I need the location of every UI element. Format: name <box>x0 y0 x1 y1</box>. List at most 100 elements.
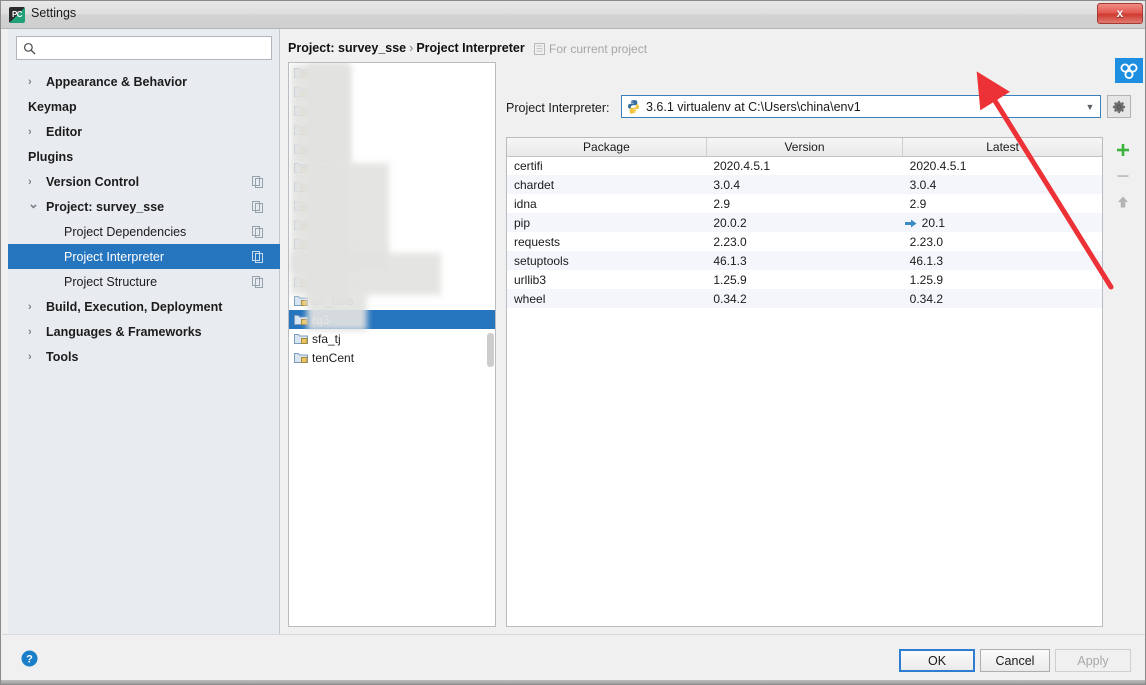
sidebar-item-project-survey-sse[interactable]: ⌄ Project: survey_sse <box>8 194 280 219</box>
cell-version: 3.0.4 <box>713 177 741 192</box>
project-list[interactable]: p ect d_Appemo e eb rder n _test on_utils rq3 sfa_… <box>288 62 496 627</box>
table-row[interactable]: chardet 3.0.4 3.0.4 <box>507 175 1102 194</box>
sidebar-item-plugins[interactable]: Plugins <box>8 144 280 169</box>
project-list-item[interactable]: on_utils <box>289 291 495 310</box>
sidebar-item-label: Build, Execution, Deployment <box>46 299 223 314</box>
table-row[interactable]: setuptools 46.1.3 46.1.3 <box>507 251 1102 270</box>
project-list-item-label: emo <box>312 160 336 175</box>
sidebar-item-build-execution-deployment[interactable]: › Build, Execution, Deployment <box>8 294 280 319</box>
cancel-button[interactable]: Cancel <box>980 649 1050 672</box>
cell-latest-value: 20.1 <box>921 215 946 230</box>
help-icon[interactable]: ? <box>21 650 38 667</box>
breadcrumb-root[interactable]: Project: survey_sse <box>288 41 406 55</box>
table-row[interactable]: requests 2.23.0 2.23.0 <box>507 232 1102 251</box>
table-row[interactable]: certifi 2020.4.5.1 2020.4.5.1 <box>507 156 1102 175</box>
cell-package: idna <box>514 196 537 211</box>
cell-package: pip <box>514 215 531 230</box>
cell-version: 46.1.3 <box>713 253 747 268</box>
add-package-button[interactable] <box>1109 137 1137 163</box>
folder-icon <box>294 144 308 154</box>
dialog-footer: ? OK Cancel Apply <box>2 634 1145 684</box>
sidebar-item-appearance-behavior[interactable]: › Appearance & Behavior <box>8 69 280 94</box>
project-list-item-label: p <box>312 84 319 99</box>
project-list-item[interactable]: rq3 <box>289 310 495 329</box>
table-row[interactable]: pip 20.0.2 20.1 <box>507 213 1102 232</box>
column-header-version[interactable]: Version <box>706 138 904 157</box>
project-list-item[interactable] <box>289 139 495 158</box>
close-icon[interactable]: x <box>1097 3 1143 24</box>
folder-icon <box>294 201 308 211</box>
chevron-right-icon[interactable]: › <box>28 176 40 188</box>
cell-package: chardet <box>514 177 555 192</box>
sidebar-item-tools[interactable]: › Tools <box>8 344 280 369</box>
project-list-item-label: _test <box>312 274 339 289</box>
column-header-package[interactable]: Package <box>507 138 707 157</box>
project-list-item[interactable]: rder <box>289 215 495 234</box>
interpreter-dropdown[interactable]: 3.6.1 virtualenv at C:\Users\china\env1 … <box>621 95 1101 118</box>
apply-button: Apply <box>1055 649 1131 672</box>
sidebar-item-keymap[interactable]: Keymap <box>8 94 280 119</box>
copy-settings-icon[interactable] <box>252 250 264 263</box>
project-list-item-label: n <box>312 255 319 270</box>
sidebar-item-editor[interactable]: › Editor <box>8 119 280 144</box>
pycharm-badge-icon[interactable] <box>1115 58 1143 83</box>
breadcrumb: Project: survey_sse › Project Interpreter <box>288 41 525 55</box>
chevron-down-icon[interactable]: ⌄ <box>28 197 40 210</box>
cell-version: 0.34.2 <box>713 291 747 306</box>
table-header-row: Package Version Latest <box>507 138 1102 157</box>
folder-icon <box>294 125 308 135</box>
copy-settings-icon[interactable] <box>252 175 264 188</box>
search-input[interactable] <box>41 37 269 59</box>
chevron-down-icon[interactable]: ▼ <box>1080 102 1100 112</box>
settings-dialog: PC Settings x › Appearance & Behavior Keym… <box>0 0 1146 685</box>
project-list-item[interactable]: p <box>289 82 495 101</box>
search-box[interactable] <box>16 36 272 60</box>
chevron-right-icon[interactable]: › <box>28 76 40 88</box>
table-row[interactable]: idna 2.9 2.9 <box>507 194 1102 213</box>
copy-settings-icon[interactable] <box>252 200 264 213</box>
project-list-item[interactable]: tenCent <box>289 348 495 367</box>
project-list-item[interactable]: emo <box>289 158 495 177</box>
project-list-item[interactable] <box>289 63 495 82</box>
cell-version: 2.23.0 <box>713 234 747 249</box>
chevron-right-icon[interactable]: › <box>28 301 40 313</box>
ok-button[interactable]: OK <box>899 649 975 672</box>
table-row[interactable]: wheel 0.34.2 0.34.2 <box>507 289 1102 308</box>
sidebar-item-project-structure[interactable]: Project Structure <box>8 269 280 294</box>
sidebar-item-label: Keymap <box>28 99 77 114</box>
project-list-item[interactable]: e <box>289 177 495 196</box>
chevron-right-icon[interactable]: › <box>28 326 40 338</box>
package-table[interactable]: Package Version Latest certifi 2020.4.5.1 20… <box>506 137 1103 627</box>
cell-latest: 46.1.3 <box>909 253 944 268</box>
copy-settings-icon[interactable] <box>252 225 264 238</box>
cell-latest: 0.34.2 <box>909 291 944 306</box>
project-list-item[interactable] <box>289 234 495 253</box>
project-list-item[interactable]: ect <box>289 101 495 120</box>
project-list-item-label: rq3 <box>312 312 330 327</box>
chevron-right-icon[interactable]: › <box>28 126 40 138</box>
cell-package: wheel <box>514 291 546 306</box>
project-list-item[interactable]: _test <box>289 272 495 291</box>
project-list-item[interactable]: sfa_tj <box>289 329 495 348</box>
sidebar-item-languages-frameworks[interactable]: › Languages & Frameworks <box>8 319 280 344</box>
folder-icon <box>294 163 308 173</box>
sidebar-item-version-control[interactable]: › Version Control <box>8 169 280 194</box>
sidebar-item-project-dependencies[interactable]: Project Dependencies <box>8 219 280 244</box>
remove-package-button[interactable] <box>1109 163 1137 189</box>
interpreter-settings-button[interactable] <box>1107 95 1131 118</box>
project-list-scrollbar[interactable] <box>487 333 494 367</box>
project-list-item[interactable]: d_App <box>289 120 495 139</box>
copy-settings-icon[interactable] <box>252 275 264 288</box>
cell-latest: 2020.4.5.1 <box>909 158 967 173</box>
folder-icon <box>294 220 308 230</box>
table-row[interactable]: urllib3 1.25.9 1.25.9 <box>507 270 1102 289</box>
cell-version: 2.9 <box>713 196 730 211</box>
chevron-right-icon[interactable]: › <box>28 351 40 363</box>
project-list-item[interactable]: n <box>289 253 495 272</box>
project-list-item[interactable]: eb <box>289 196 495 215</box>
project-list-item-label: e <box>312 179 319 194</box>
interpreter-panel: Project: survey_sse › Project Interpreter … <box>280 29 1145 634</box>
sidebar-item-project-interpreter[interactable]: Project Interpreter <box>8 244 280 269</box>
column-header-latest[interactable]: Latest <box>902 138 1102 157</box>
upgrade-package-button[interactable] <box>1109 189 1137 215</box>
